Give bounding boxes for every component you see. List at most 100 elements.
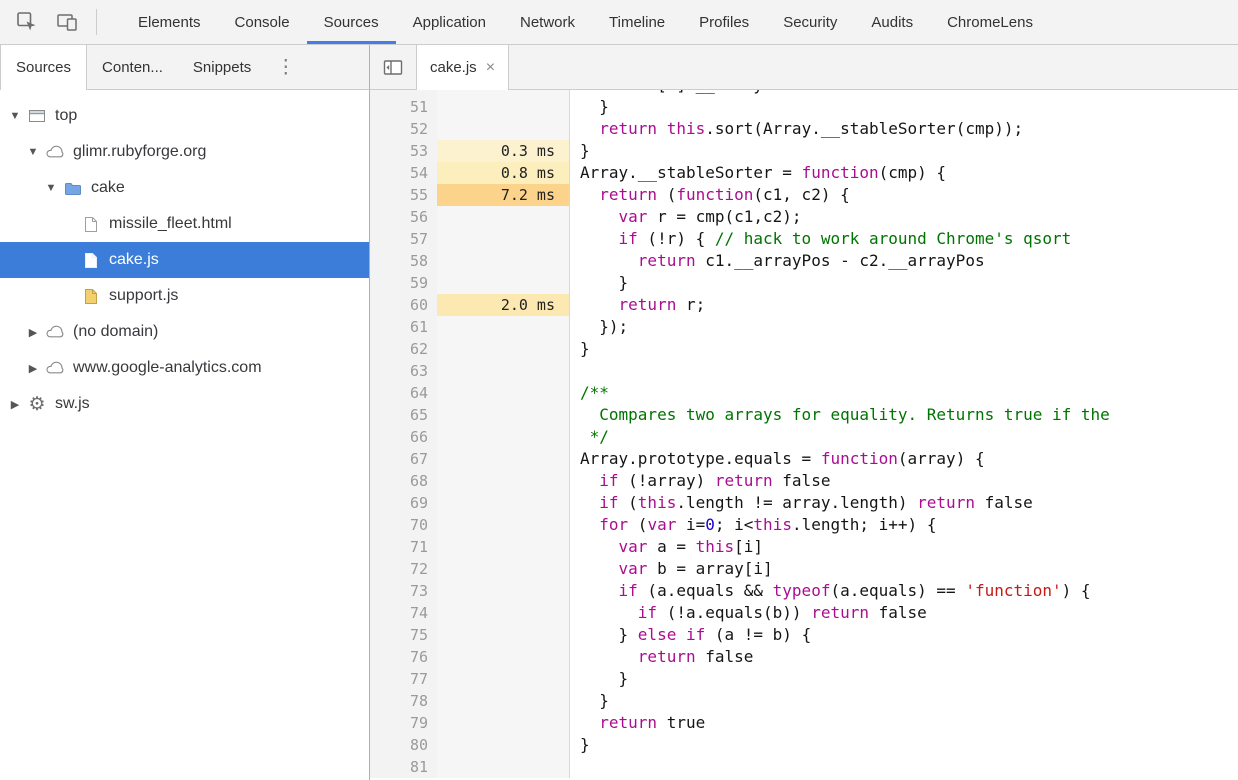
line-number[interactable]: 52 [370,118,437,140]
line-number[interactable]: 59 [370,272,437,294]
tree-item-support-js[interactable]: support.js [0,278,369,314]
code-text[interactable]: if (!r) { // hack to work around Chrome'… [570,228,1238,250]
tree-item-cake-folder[interactable]: cake [0,170,369,206]
line-number[interactable]: 64 [370,382,437,404]
code-text[interactable]: } [570,140,1238,162]
code-text[interactable]: return true [570,712,1238,734]
line-number[interactable]: 79 [370,712,437,734]
code-text[interactable]: Array.prototype.equals = function(array)… [570,448,1238,470]
tree-item-cake-js[interactable]: cake.js [0,242,369,278]
code-text[interactable]: */ [570,426,1238,448]
tab-console[interactable]: Console [218,0,307,44]
line-number[interactable]: 75 [370,624,437,646]
line-number[interactable]: 69 [370,492,437,514]
code-text[interactable]: return r; [570,294,1238,316]
code-text[interactable]: } [570,272,1238,294]
code-text[interactable]: var r = cmp(c1,c2); [570,206,1238,228]
code-text[interactable]: var b = array[i] [570,558,1238,580]
code-text[interactable]: } [570,96,1238,118]
close-tab-icon[interactable]: × [486,60,495,76]
code-text[interactable]: Array.__stableSorter = function(cmp) { [570,162,1238,184]
code-text[interactable]: for (var i=0; i<this.length; i++) { [570,514,1238,536]
tree-item-glimr-rubyforge-org[interactable]: glimr.rubyforge.org [0,134,369,170]
expand-arrow-icon[interactable] [42,182,60,194]
inspect-element-icon[interactable] [10,7,44,37]
line-number[interactable]: 72 [370,558,437,580]
line-number[interactable]: 65 [370,404,437,426]
line-number[interactable]: 57 [370,228,437,250]
code-text[interactable]: if (a.equals && typeof(a.equals) == 'fun… [570,580,1238,602]
code-text[interactable]: } else if (a != b) { [570,624,1238,646]
line-number[interactable]: 68 [370,470,437,492]
code-text[interactable]: return this.sort(Array.__stableSorter(cm… [570,118,1238,140]
editor-tab-cakejs[interactable]: cake.js × [416,45,509,90]
tree-item-top[interactable]: top [0,98,369,134]
line-number[interactable]: 71 [370,536,437,558]
code-text[interactable]: } [570,690,1238,712]
line-number[interactable]: 74 [370,602,437,624]
navigator-tab-snippets[interactable]: Snippets [178,45,266,89]
code-text[interactable]: if (!a.equals(b)) return false [570,602,1238,624]
code-text[interactable]: return false [570,646,1238,668]
line-number[interactable]: 62 [370,338,437,360]
code-text[interactable]: } [570,668,1238,690]
code-text[interactable] [570,756,1238,778]
profile-time [437,96,570,118]
line-number[interactable]: 54 [370,162,437,184]
tree-item-no-domain[interactable]: (no domain) [0,314,369,350]
line-number[interactable]: 56 [370,206,437,228]
code-text[interactable]: return c1.__arrayPos - c2.__arrayPos [570,250,1238,272]
expand-arrow-icon[interactable] [24,146,42,158]
line-number[interactable]: 80 [370,734,437,756]
expand-arrow-icon[interactable] [24,326,42,339]
line-number[interactable]: 63 [370,360,437,382]
line-number[interactable]: 67 [370,448,437,470]
code-text[interactable]: var a = this[i] [570,536,1238,558]
code-text[interactable]: } [570,734,1238,756]
code-line: 56 var r = cmp(c1,c2); [370,206,1238,228]
code-text[interactable]: } [570,338,1238,360]
code-text[interactable]: /** [570,382,1238,404]
device-toolbar-icon[interactable] [50,7,84,37]
code-text[interactable]: return (function(c1, c2) { [570,184,1238,206]
tab-audits[interactable]: Audits [854,0,930,44]
overflow-menu-icon[interactable]: ⋮ [266,45,305,89]
expand-arrow-icon[interactable] [6,110,24,122]
line-number[interactable]: 53 [370,140,437,162]
code-text[interactable]: if (!array) return false [570,470,1238,492]
tab-profiles[interactable]: Profiles [682,0,766,44]
tree-item-missile-fleet-html[interactable]: missile_fleet.html [0,206,369,242]
expand-arrow-icon[interactable] [6,398,24,411]
tab-elements[interactable]: Elements [121,0,218,44]
line-number[interactable]: 78 [370,690,437,712]
navigator-tab-sources[interactable]: Sources [0,45,87,90]
tab-chromelens[interactable]: ChromeLens [930,0,1050,44]
file-icon [78,252,104,269]
tab-security[interactable]: Security [766,0,854,44]
navigator-tab-content-scripts[interactable]: Conten... [87,45,178,89]
line-number[interactable]: 81 [370,756,437,778]
line-number[interactable]: 61 [370,316,437,338]
navigator-toggle-icon[interactable] [370,45,416,89]
line-number[interactable]: 66 [370,426,437,448]
code-text[interactable]: }); [570,316,1238,338]
code-text[interactable]: Compares two arrays for equality. Return… [570,404,1238,426]
tab-application[interactable]: Application [396,0,503,44]
line-number[interactable]: 55 [370,184,437,206]
line-number[interactable]: 51 [370,96,437,118]
tab-sources[interactable]: Sources [307,0,396,44]
code-text[interactable] [570,360,1238,382]
line-number[interactable]: 76 [370,646,437,668]
tab-network[interactable]: Network [503,0,592,44]
tree-item-google-analytics[interactable]: www.google-analytics.com [0,350,369,386]
tree-item-sw-js[interactable]: ⚙ sw.js [0,386,369,422]
expand-arrow-icon[interactable] [24,362,42,375]
line-number[interactable]: 70 [370,514,437,536]
line-number[interactable]: 58 [370,250,437,272]
line-number[interactable]: 60 [370,294,437,316]
code-text[interactable]: if (this.length != array.length) return … [570,492,1238,514]
code-editor[interactable]: 50 this[i].__arrayPos = i51 }52 return t… [370,90,1238,780]
line-number[interactable]: 77 [370,668,437,690]
line-number[interactable]: 73 [370,580,437,602]
tab-timeline[interactable]: Timeline [592,0,682,44]
